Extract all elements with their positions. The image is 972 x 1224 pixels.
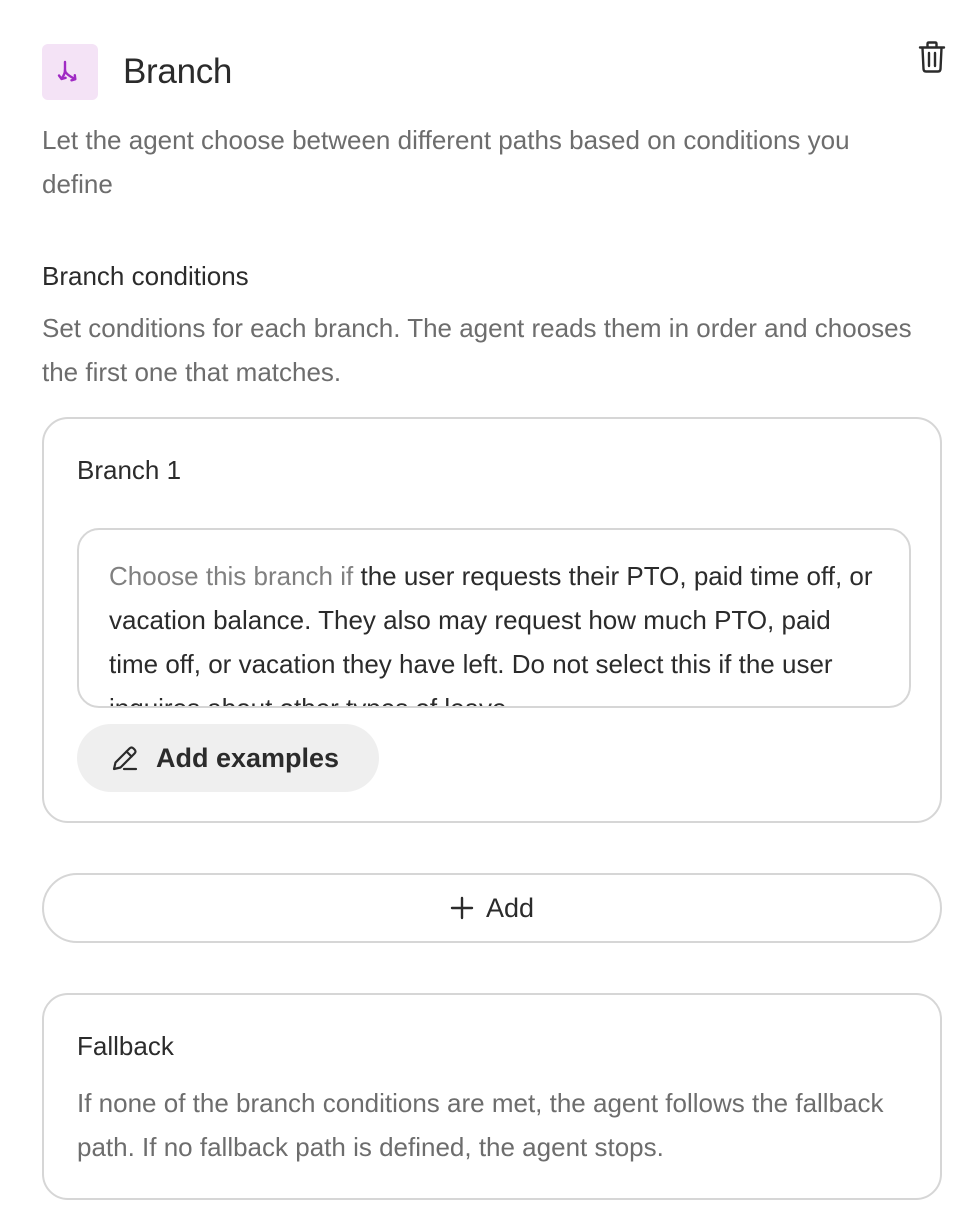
- add-branch-button[interactable]: Add: [42, 873, 942, 943]
- panel-description: Let the agent choose between different p…: [42, 125, 850, 199]
- branch-conditions-description: Set conditions for each branch. The agen…: [42, 313, 912, 387]
- branch-conditions-heading: Branch conditions: [42, 261, 249, 291]
- fallback-card: Fallback If none of the branch condition…: [42, 993, 942, 1200]
- add-branch-label: Add: [485, 892, 535, 923]
- branch-card: Branch 1 Choose this branch if the user …: [42, 417, 942, 823]
- branch-split-icon: [42, 44, 98, 100]
- condition-prefix: Choose this branch if: [109, 561, 354, 591]
- add-examples-label: Add examples: [156, 742, 340, 773]
- pencil-icon: [112, 746, 138, 771]
- fallback-description: If none of the branch conditions are met…: [77, 1088, 884, 1162]
- page-title: Branch: [123, 52, 233, 91]
- branch-condition-input[interactable]: Choose this branch if the user requests …: [77, 528, 911, 708]
- plus-icon: [450, 896, 474, 920]
- panel-header: Branch: [42, 44, 232, 100]
- branch-title: Branch 1: [77, 455, 182, 485]
- add-examples-button[interactable]: Add examples: [77, 724, 379, 792]
- fallback-title: Fallback: [77, 1031, 174, 1061]
- trash-icon: [918, 41, 946, 73]
- delete-button[interactable]: [913, 38, 951, 76]
